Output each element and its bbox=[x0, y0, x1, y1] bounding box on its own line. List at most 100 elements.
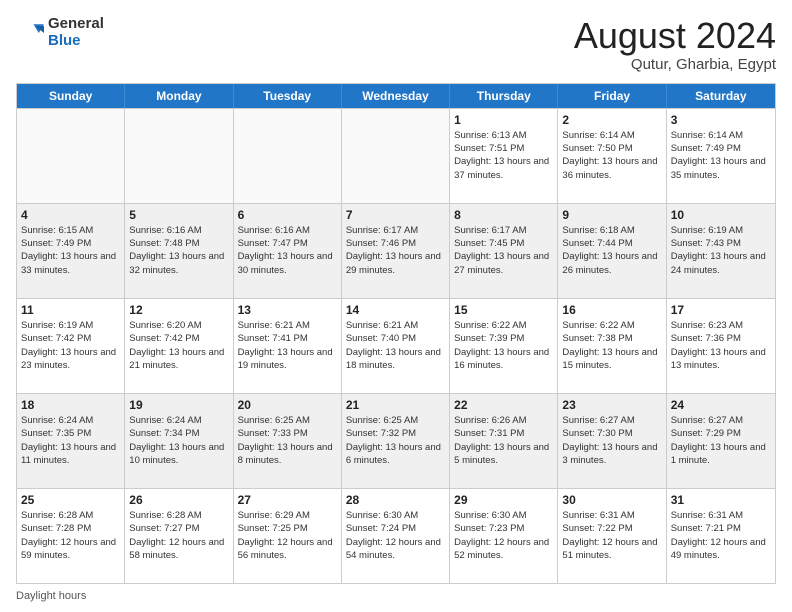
calendar-cell-r2-c3: 14Sunrise: 6:21 AM Sunset: 7:40 PM Dayli… bbox=[342, 299, 450, 393]
calendar-header-sunday: Sunday bbox=[17, 84, 125, 108]
page: General Blue August 2024 Qutur, Gharbia,… bbox=[0, 0, 792, 612]
day-number: 15 bbox=[454, 302, 553, 318]
day-number: 18 bbox=[21, 397, 120, 413]
calendar-cell-r0-c3 bbox=[342, 109, 450, 203]
day-info: Sunrise: 6:26 AM Sunset: 7:31 PM Dayligh… bbox=[454, 414, 553, 467]
logo-icon bbox=[16, 19, 44, 47]
day-info: Sunrise: 6:30 AM Sunset: 7:24 PM Dayligh… bbox=[346, 509, 445, 562]
day-info: Sunrise: 6:25 AM Sunset: 7:32 PM Dayligh… bbox=[346, 414, 445, 467]
day-info: Sunrise: 6:20 AM Sunset: 7:42 PM Dayligh… bbox=[129, 319, 228, 372]
day-number: 29 bbox=[454, 492, 553, 508]
calendar-cell-r0-c4: 1Sunrise: 6:13 AM Sunset: 7:51 PM Daylig… bbox=[450, 109, 558, 203]
day-number: 9 bbox=[562, 207, 661, 223]
calendar-cell-r4-c4: 29Sunrise: 6:30 AM Sunset: 7:23 PM Dayli… bbox=[450, 489, 558, 583]
logo-general-text: General bbox=[48, 16, 104, 33]
day-info: Sunrise: 6:27 AM Sunset: 7:29 PM Dayligh… bbox=[671, 414, 771, 467]
calendar-cell-r2-c4: 15Sunrise: 6:22 AM Sunset: 7:39 PM Dayli… bbox=[450, 299, 558, 393]
logo-text: General Blue bbox=[48, 16, 104, 49]
day-info: Sunrise: 6:28 AM Sunset: 7:27 PM Dayligh… bbox=[129, 509, 228, 562]
day-info: Sunrise: 6:18 AM Sunset: 7:44 PM Dayligh… bbox=[562, 224, 661, 277]
day-number: 24 bbox=[671, 397, 771, 413]
calendar-row-4: 25Sunrise: 6:28 AM Sunset: 7:28 PM Dayli… bbox=[17, 488, 775, 583]
calendar-cell-r3-c0: 18Sunrise: 6:24 AM Sunset: 7:35 PM Dayli… bbox=[17, 394, 125, 488]
day-info: Sunrise: 6:13 AM Sunset: 7:51 PM Dayligh… bbox=[454, 129, 553, 182]
day-number: 25 bbox=[21, 492, 120, 508]
calendar-cell-r3-c2: 20Sunrise: 6:25 AM Sunset: 7:33 PM Dayli… bbox=[234, 394, 342, 488]
calendar-cell-r2-c0: 11Sunrise: 6:19 AM Sunset: 7:42 PM Dayli… bbox=[17, 299, 125, 393]
day-number: 14 bbox=[346, 302, 445, 318]
calendar-cell-r3-c6: 24Sunrise: 6:27 AM Sunset: 7:29 PM Dayli… bbox=[667, 394, 775, 488]
day-info: Sunrise: 6:31 AM Sunset: 7:22 PM Dayligh… bbox=[562, 509, 661, 562]
day-number: 19 bbox=[129, 397, 228, 413]
day-number: 5 bbox=[129, 207, 228, 223]
day-number: 4 bbox=[21, 207, 120, 223]
day-number: 13 bbox=[238, 302, 337, 318]
day-info: Sunrise: 6:24 AM Sunset: 7:35 PM Dayligh… bbox=[21, 414, 120, 467]
calendar-cell-r3-c4: 22Sunrise: 6:26 AM Sunset: 7:31 PM Dayli… bbox=[450, 394, 558, 488]
calendar-header-thursday: Thursday bbox=[450, 84, 558, 108]
day-info: Sunrise: 6:29 AM Sunset: 7:25 PM Dayligh… bbox=[238, 509, 337, 562]
day-info: Sunrise: 6:15 AM Sunset: 7:49 PM Dayligh… bbox=[21, 224, 120, 277]
day-number: 23 bbox=[562, 397, 661, 413]
day-number: 10 bbox=[671, 207, 771, 223]
calendar-cell-r0-c0 bbox=[17, 109, 125, 203]
calendar-cell-r3-c1: 19Sunrise: 6:24 AM Sunset: 7:34 PM Dayli… bbox=[125, 394, 233, 488]
calendar-cell-r0-c1 bbox=[125, 109, 233, 203]
day-info: Sunrise: 6:19 AM Sunset: 7:43 PM Dayligh… bbox=[671, 224, 771, 277]
day-number: 3 bbox=[671, 112, 771, 128]
calendar-row-3: 18Sunrise: 6:24 AM Sunset: 7:35 PM Dayli… bbox=[17, 393, 775, 488]
footer: Daylight hours bbox=[16, 590, 776, 602]
day-info: Sunrise: 6:23 AM Sunset: 7:36 PM Dayligh… bbox=[671, 319, 771, 372]
calendar-cell-r0-c6: 3Sunrise: 6:14 AM Sunset: 7:49 PM Daylig… bbox=[667, 109, 775, 203]
day-info: Sunrise: 6:27 AM Sunset: 7:30 PM Dayligh… bbox=[562, 414, 661, 467]
calendar-cell-r1-c1: 5Sunrise: 6:16 AM Sunset: 7:48 PM Daylig… bbox=[125, 204, 233, 298]
day-number: 6 bbox=[238, 207, 337, 223]
title-location: Qutur, Gharbia, Egypt bbox=[574, 56, 776, 73]
day-info: Sunrise: 6:14 AM Sunset: 7:50 PM Dayligh… bbox=[562, 129, 661, 182]
calendar-body: 1Sunrise: 6:13 AM Sunset: 7:51 PM Daylig… bbox=[17, 108, 775, 583]
calendar-cell-r0-c5: 2Sunrise: 6:14 AM Sunset: 7:50 PM Daylig… bbox=[558, 109, 666, 203]
day-info: Sunrise: 6:22 AM Sunset: 7:38 PM Dayligh… bbox=[562, 319, 661, 372]
day-info: Sunrise: 6:21 AM Sunset: 7:41 PM Dayligh… bbox=[238, 319, 337, 372]
day-info: Sunrise: 6:19 AM Sunset: 7:42 PM Dayligh… bbox=[21, 319, 120, 372]
day-number: 17 bbox=[671, 302, 771, 318]
calendar-cell-r1-c4: 8Sunrise: 6:17 AM Sunset: 7:45 PM Daylig… bbox=[450, 204, 558, 298]
calendar-cell-r2-c6: 17Sunrise: 6:23 AM Sunset: 7:36 PM Dayli… bbox=[667, 299, 775, 393]
calendar-cell-r4-c2: 27Sunrise: 6:29 AM Sunset: 7:25 PM Dayli… bbox=[234, 489, 342, 583]
logo-blue-text: Blue bbox=[48, 33, 104, 50]
title-month: August 2024 bbox=[574, 16, 776, 56]
day-number: 28 bbox=[346, 492, 445, 508]
day-number: 21 bbox=[346, 397, 445, 413]
calendar-cell-r3-c5: 23Sunrise: 6:27 AM Sunset: 7:30 PM Dayli… bbox=[558, 394, 666, 488]
calendar-row-2: 11Sunrise: 6:19 AM Sunset: 7:42 PM Dayli… bbox=[17, 298, 775, 393]
calendar-cell-r4-c3: 28Sunrise: 6:30 AM Sunset: 7:24 PM Dayli… bbox=[342, 489, 450, 583]
calendar-header-monday: Monday bbox=[125, 84, 233, 108]
day-number: 1 bbox=[454, 112, 553, 128]
day-number: 26 bbox=[129, 492, 228, 508]
calendar-cell-r2-c2: 13Sunrise: 6:21 AM Sunset: 7:41 PM Dayli… bbox=[234, 299, 342, 393]
calendar-row-0: 1Sunrise: 6:13 AM Sunset: 7:51 PM Daylig… bbox=[17, 108, 775, 203]
calendar-cell-r4-c5: 30Sunrise: 6:31 AM Sunset: 7:22 PM Dayli… bbox=[558, 489, 666, 583]
calendar-header: SundayMondayTuesdayWednesdayThursdayFrid… bbox=[17, 84, 775, 108]
calendar-cell-r1-c5: 9Sunrise: 6:18 AM Sunset: 7:44 PM Daylig… bbox=[558, 204, 666, 298]
calendar-cell-r1-c0: 4Sunrise: 6:15 AM Sunset: 7:49 PM Daylig… bbox=[17, 204, 125, 298]
calendar-header-friday: Friday bbox=[558, 84, 666, 108]
day-number: 16 bbox=[562, 302, 661, 318]
calendar-cell-r4-c6: 31Sunrise: 6:31 AM Sunset: 7:21 PM Dayli… bbox=[667, 489, 775, 583]
day-info: Sunrise: 6:17 AM Sunset: 7:46 PM Dayligh… bbox=[346, 224, 445, 277]
calendar-cell-r1-c3: 7Sunrise: 6:17 AM Sunset: 7:46 PM Daylig… bbox=[342, 204, 450, 298]
day-number: 8 bbox=[454, 207, 553, 223]
calendar-header-wednesday: Wednesday bbox=[342, 84, 450, 108]
day-number: 2 bbox=[562, 112, 661, 128]
calendar-row-1: 4Sunrise: 6:15 AM Sunset: 7:49 PM Daylig… bbox=[17, 203, 775, 298]
day-number: 12 bbox=[129, 302, 228, 318]
day-info: Sunrise: 6:24 AM Sunset: 7:34 PM Dayligh… bbox=[129, 414, 228, 467]
day-number: 31 bbox=[671, 492, 771, 508]
day-info: Sunrise: 6:28 AM Sunset: 7:28 PM Dayligh… bbox=[21, 509, 120, 562]
header: General Blue August 2024 Qutur, Gharbia,… bbox=[16, 16, 776, 73]
day-number: 30 bbox=[562, 492, 661, 508]
day-info: Sunrise: 6:30 AM Sunset: 7:23 PM Dayligh… bbox=[454, 509, 553, 562]
day-info: Sunrise: 6:16 AM Sunset: 7:48 PM Dayligh… bbox=[129, 224, 228, 277]
calendar-header-saturday: Saturday bbox=[667, 84, 775, 108]
logo: General Blue bbox=[16, 16, 104, 49]
